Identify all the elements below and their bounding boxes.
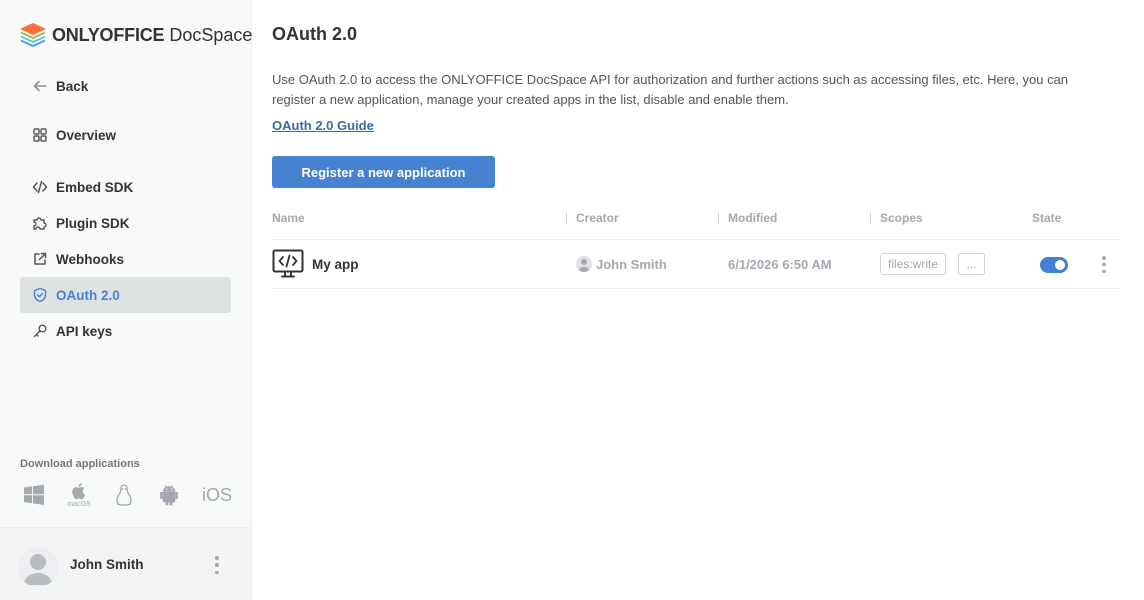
- column-header-modified[interactable]: Modified: [728, 211, 777, 225]
- sidebar-item-label: Overview: [56, 127, 117, 143]
- sidebar-item-label: Embed SDK: [56, 179, 134, 195]
- logo[interactable]: ONLYOFFICE DocSpace: [18, 22, 252, 48]
- logo-product: DocSpace: [169, 24, 253, 45]
- sidebar-item-back[interactable]: Back: [20, 68, 231, 104]
- app-code-icon: [272, 249, 304, 278]
- sidebar-item-webhooks[interactable]: Webhooks: [20, 241, 231, 277]
- column-resize-handle[interactable]: [718, 213, 719, 224]
- sidebar-item-label: OAuth 2.0: [56, 287, 120, 303]
- arrow-left-icon: [32, 78, 48, 94]
- scope-tag: files:write: [880, 253, 947, 275]
- puzzle-icon: [32, 215, 48, 231]
- modified-date: 6/1/2026 6:50 AM: [728, 257, 832, 272]
- column-resize-handle[interactable]: [870, 213, 871, 224]
- grid-icon: [32, 127, 48, 143]
- profile-name: John Smith: [70, 557, 144, 572]
- toggle-knob: [1055, 260, 1065, 270]
- external-link-icon: [32, 251, 48, 267]
- avatar[interactable]: [18, 547, 58, 587]
- more-scopes-button[interactable]: ...: [958, 253, 985, 275]
- macos-label: macOS: [67, 501, 91, 508]
- creator-avatar: [576, 256, 592, 272]
- sidebar-item-label: API keys: [56, 323, 113, 339]
- table-row[interactable]: My app John Smith 6/1/2026 6:50 AM files…: [272, 240, 1121, 289]
- linux-icon[interactable]: [112, 481, 136, 509]
- sidebar-item-label: Back: [56, 78, 89, 94]
- logo-brand: ONLYOFFICE: [52, 24, 165, 45]
- profile-menu-icon[interactable]: [210, 556, 224, 574]
- row-menu-icon[interactable]: [1101, 256, 1107, 273]
- applications-table: Name Creator Modified Scopes State My ap…: [272, 208, 1121, 289]
- app-state-toggle[interactable]: [1040, 257, 1068, 273]
- sidebar: ONLYOFFICE DocSpace Back Overview Embed …: [0, 0, 252, 600]
- column-resize-handle[interactable]: [566, 213, 567, 224]
- creator-name: John Smith: [596, 256, 667, 272]
- key-icon: [32, 323, 48, 339]
- profile-panel: John Smith: [0, 527, 251, 600]
- code-icon: [32, 179, 48, 195]
- creator-cell: John Smith: [576, 256, 667, 272]
- sidebar-item-embed-sdk[interactable]: Embed SDK: [20, 169, 231, 205]
- download-apps-list: macOS iOS: [22, 481, 232, 509]
- oauth-guide-link[interactable]: OAuth 2.0 Guide: [272, 118, 374, 133]
- sidebar-item-plugin-sdk[interactable]: Plugin SDK: [20, 205, 231, 241]
- android-icon[interactable]: [157, 481, 181, 509]
- download-apps-title: Download applications: [20, 458, 140, 470]
- column-header-scopes[interactable]: Scopes: [880, 211, 923, 225]
- sidebar-item-overview[interactable]: Overview: [20, 117, 231, 153]
- shield-check-icon: [32, 287, 48, 303]
- sidebar-item-label: Webhooks: [56, 251, 125, 267]
- sidebar-item-label: Plugin SDK: [56, 215, 130, 231]
- page-description: Use OAuth 2.0 to access the ONLYOFFICE D…: [272, 72, 1069, 107]
- column-header-name[interactable]: Name: [272, 211, 305, 225]
- page-title: OAuth 2.0: [272, 24, 358, 44]
- register-application-button[interactable]: Register a new application: [272, 156, 495, 188]
- windows-icon[interactable]: [22, 481, 46, 509]
- macos-icon[interactable]: macOS: [67, 481, 91, 509]
- onlyoffice-logo-icon: [20, 23, 46, 47]
- ios-icon[interactable]: iOS: [202, 481, 232, 509]
- column-header-state[interactable]: State: [1032, 211, 1061, 225]
- sidebar-item-oauth[interactable]: OAuth 2.0: [20, 277, 231, 313]
- table-header: Name Creator Modified Scopes State: [272, 208, 1121, 240]
- app-name[interactable]: My app: [312, 257, 359, 272]
- column-header-creator[interactable]: Creator: [576, 211, 619, 225]
- sidebar-item-api-keys[interactable]: API keys: [20, 313, 231, 349]
